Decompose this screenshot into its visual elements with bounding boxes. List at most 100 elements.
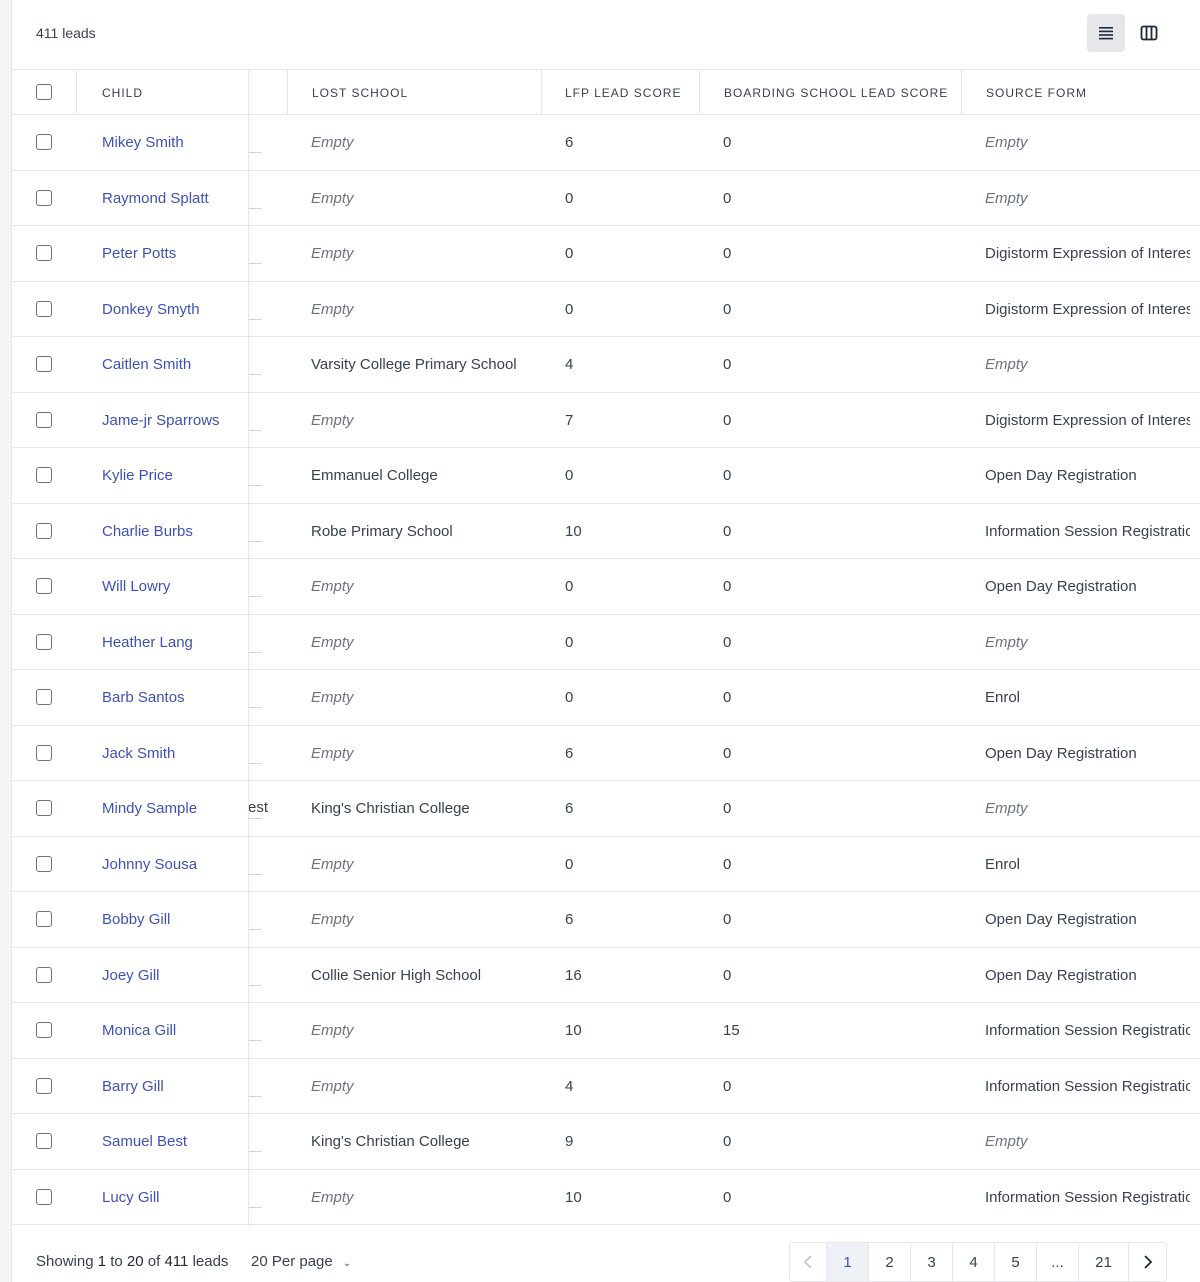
table-row[interactable]: Jack Smith Empty 6 0 Open Day Registration bbox=[12, 726, 1200, 781]
source-form-cell: Enrol bbox=[985, 855, 1021, 873]
table-row[interactable]: Donkey Smyth Empty 0 0 Digistorm Expression … bbox=[12, 282, 1200, 337]
page-button[interactable]: 1 bbox=[827, 1243, 869, 1281]
table-row[interactable]: Mikey Smith Empty 6 0 Empty bbox=[12, 115, 1200, 171]
table-row[interactable]: Will Lowry Empty 0 0 Open Day Registration bbox=[12, 559, 1200, 615]
child-name-link[interactable]: Johnny Sousa bbox=[102, 837, 197, 892]
table-row[interactable]: Samuel Best King's Christian College 9 0 Emp… bbox=[12, 1114, 1200, 1170]
child-name-link[interactable]: Bobby Gill bbox=[102, 892, 170, 947]
row-checkbox[interactable] bbox=[36, 522, 52, 539]
select-all-checkbox[interactable] bbox=[36, 84, 52, 100]
row-checkbox[interactable] bbox=[36, 578, 52, 594]
boarding-lead-score-cell: 0 bbox=[723, 578, 732, 595]
table-row[interactable]: Lucy Gill Empty 10 0 Information Session Reg… bbox=[12, 1170, 1200, 1225]
column-header-child[interactable]: CHILD bbox=[102, 70, 143, 115]
child-name-link[interactable]: Peter Potts bbox=[102, 226, 176, 281]
table-row[interactable]: Caitlen Smith Varsity College Primary Sch… bbox=[12, 337, 1200, 393]
child-name-link[interactable]: Donkey Smyth bbox=[102, 282, 200, 337]
hidden-column-stub bbox=[248, 762, 262, 764]
lost-school-cell: Empty bbox=[311, 744, 354, 762]
column-header-source-form[interactable]: SOURCE FORM bbox=[986, 70, 1087, 115]
column-header-boarding-lead-score[interactable]: BOARDING SCHOOL LEAD SCORE bbox=[724, 70, 948, 115]
table-row[interactable]: Bobby Gill Empty 6 0 Open Day Registration bbox=[12, 892, 1200, 948]
table-row[interactable]: Kylie Price Emmanuel College 0 0 Open Day Re… bbox=[12, 448, 1200, 504]
source-form-cell: Information Session Registratio bbox=[985, 1022, 1190, 1039]
row-checkbox[interactable] bbox=[36, 411, 52, 428]
row-checkbox[interactable] bbox=[36, 633, 52, 650]
source-form-cell: Empty bbox=[985, 134, 1028, 151]
page-button[interactable]: 2 bbox=[869, 1243, 911, 1281]
row-checkbox[interactable] bbox=[36, 467, 52, 483]
prev-page-button[interactable] bbox=[790, 1243, 827, 1281]
child-name-link[interactable]: Will Lowry bbox=[102, 559, 170, 614]
row-checkbox[interactable] bbox=[36, 245, 52, 261]
boarding-lead-score-cell: 0 bbox=[723, 855, 732, 873]
boarding-lead-score-cell: 0 bbox=[723, 1133, 732, 1150]
child-name-link[interactable]: Samuel Best bbox=[102, 1114, 187, 1169]
row-checkbox[interactable] bbox=[36, 689, 52, 705]
child-name-link[interactable]: Heather Lang bbox=[102, 615, 193, 670]
row-checkbox[interactable] bbox=[36, 1188, 52, 1205]
row-checkbox[interactable] bbox=[36, 1077, 52, 1094]
column-header-lfp-lead-score[interactable]: LFP LEAD SCORE bbox=[565, 70, 681, 115]
hidden-column-peek: est bbox=[248, 799, 268, 816]
row-checkbox[interactable] bbox=[36, 1022, 52, 1038]
row-checkbox[interactable] bbox=[36, 189, 52, 206]
table-row[interactable]: Peter Potts Empty 0 0 Digistorm Expression o… bbox=[12, 226, 1200, 282]
table-row[interactable]: Monica Gill Empty 10 15 Information Session … bbox=[12, 1003, 1200, 1059]
child-name-link[interactable]: Mikey Smith bbox=[102, 115, 184, 170]
child-name-link[interactable]: Charlie Burbs bbox=[102, 504, 193, 559]
table-row[interactable]: Raymond Splatt Empty 0 0 Empty bbox=[12, 171, 1200, 226]
column-header-lost-school[interactable]: LOST SCHOOL bbox=[312, 70, 408, 115]
child-name-link[interactable]: Mindy Sample bbox=[102, 781, 197, 836]
table-row[interactable]: Barb Santos Empty 0 0 Enrol bbox=[12, 670, 1200, 726]
table-row[interactable]: Charlie Burbs Robe Primary School 10 0 Infor… bbox=[12, 504, 1200, 559]
lost-school-cell: King's Christian College bbox=[311, 1133, 470, 1150]
row-checkbox[interactable] bbox=[36, 356, 52, 372]
boarding-lead-score-cell: 0 bbox=[723, 467, 732, 484]
row-checkbox[interactable] bbox=[36, 300, 52, 317]
row-checkbox[interactable] bbox=[36, 1133, 52, 1149]
hidden-column-stub bbox=[248, 1040, 262, 1041]
page-button[interactable]: 5 bbox=[995, 1243, 1037, 1281]
page-button[interactable]: 4 bbox=[953, 1243, 995, 1281]
source-form-cell: Enrol bbox=[985, 689, 1021, 706]
row-checkbox[interactable] bbox=[36, 911, 52, 927]
row-checkbox[interactable] bbox=[36, 134, 52, 150]
next-page-button[interactable] bbox=[1129, 1243, 1166, 1281]
child-name-link[interactable]: Lucy Gill bbox=[102, 1170, 160, 1225]
list-view-button[interactable] bbox=[1087, 14, 1125, 52]
table-row[interactable]: Mindy Sample King's Christian College 6 0 Em… bbox=[12, 781, 1200, 837]
boarding-lead-score-cell: 0 bbox=[723, 966, 732, 984]
row-checkbox[interactable] bbox=[36, 800, 52, 816]
lost-school-cell: Collie Senior High School bbox=[311, 966, 482, 984]
lost-school-cell: Empty bbox=[311, 1077, 354, 1095]
lfp-lead-score-cell: 0 bbox=[565, 467, 574, 484]
page-button[interactable]: 3 bbox=[911, 1243, 953, 1281]
per-page-select[interactable]: 20 Per page ⌄ bbox=[251, 1253, 351, 1270]
child-name-link[interactable]: Barb Santos bbox=[102, 670, 185, 725]
column-divider bbox=[76, 70, 77, 115]
child-name-link[interactable]: Barry Gill bbox=[102, 1059, 164, 1114]
column-view-button[interactable] bbox=[1130, 14, 1168, 52]
table-row[interactable]: Barry Gill Empty 4 0 Information Session Reg… bbox=[12, 1059, 1200, 1114]
lost-school-cell: Emmanuel College bbox=[311, 467, 438, 484]
table-row[interactable]: Heather Lang Empty 0 0 Empty bbox=[12, 615, 1200, 670]
boarding-lead-score-cell: 0 bbox=[723, 744, 732, 762]
table-row[interactable]: Joey Gill Collie Senior High School 16 0 Ope… bbox=[12, 948, 1200, 1003]
child-name-link[interactable]: Caitlen Smith bbox=[102, 337, 191, 392]
page-button[interactable]: 21 bbox=[1079, 1243, 1129, 1281]
child-name-link[interactable]: Monica Gill bbox=[102, 1003, 176, 1058]
hidden-column-stub bbox=[248, 263, 262, 264]
row-checkbox[interactable] bbox=[36, 855, 52, 872]
child-name-link[interactable]: Jack Smith bbox=[102, 726, 175, 781]
table-row[interactable]: Jame-jr Sparrows Empty 7 0 Digistorm Express… bbox=[12, 393, 1200, 448]
lost-school-cell: Empty bbox=[311, 300, 354, 318]
child-name-link[interactable]: Kylie Price bbox=[102, 448, 173, 503]
row-checkbox[interactable] bbox=[36, 744, 52, 761]
lost-school-cell: Empty bbox=[311, 911, 354, 928]
child-name-link[interactable]: Raymond Splatt bbox=[102, 171, 209, 226]
child-name-link[interactable]: Jame-jr Sparrows bbox=[102, 393, 220, 448]
child-name-link[interactable]: Joey Gill bbox=[102, 948, 160, 1003]
table-row[interactable]: Johnny Sousa Empty 0 0 Enrol bbox=[12, 837, 1200, 892]
row-checkbox[interactable] bbox=[36, 966, 52, 983]
